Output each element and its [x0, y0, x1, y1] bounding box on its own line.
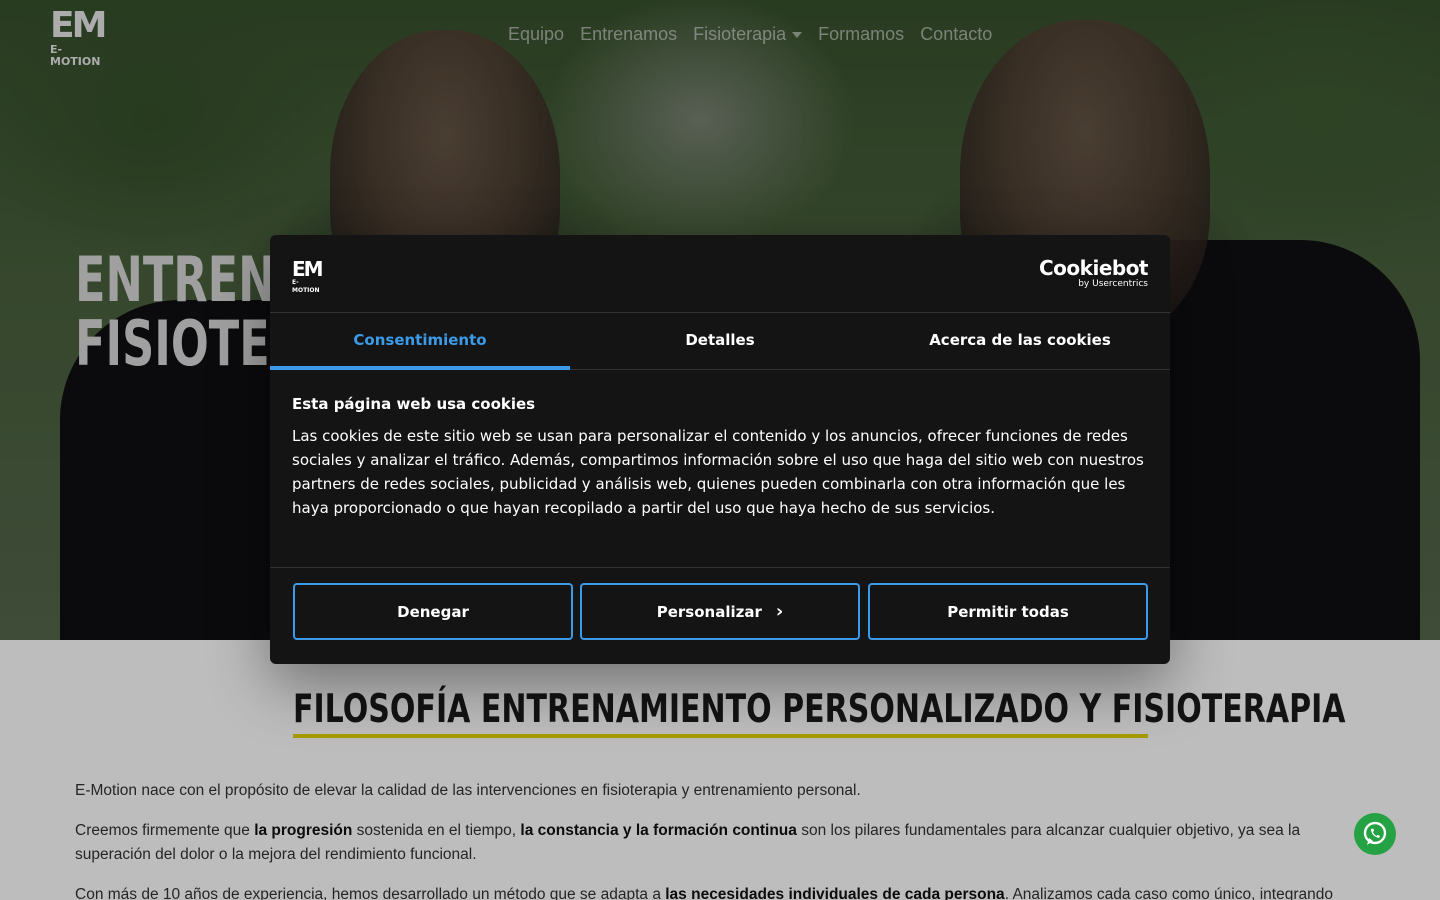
tab-consentimiento[interactable]: Consentimiento	[270, 313, 570, 370]
main-nav: Equipo Entrenamos Fisioterapia Formamos …	[500, 22, 1000, 46]
paragraph-beliefs: Creemos firmemente que la progresión sos…	[75, 819, 1365, 867]
paragraph-experience: Con más de 10 años de experiencia, hemos…	[75, 883, 1365, 900]
cookie-consent-dialog: EM E-MOTION Cookiebot by Usercentrics Co…	[270, 235, 1170, 664]
text-segment: Creemos firmemente que	[75, 822, 255, 839]
nav-item-contacto[interactable]: Contacto	[912, 22, 1000, 46]
hero-title-line-1: ENTREN	[75, 243, 276, 316]
text-segment: Con más de 10 años de experiencia, hemos…	[75, 886, 666, 900]
customize-button-label: Personalizar	[656, 602, 762, 621]
chevron-down-icon	[792, 32, 803, 39]
hero-title: ENTREN FISIOTE	[75, 248, 276, 376]
dialog-header: EM E-MOTION Cookiebot by Usercentrics	[270, 235, 1170, 313]
text-segment: sostenida en el tiempo,	[352, 822, 521, 839]
dialog-tabs: Consentimiento Detalles Acerca de las co…	[270, 313, 1170, 370]
cookiebot-name: Cookiebot	[1039, 256, 1149, 280]
bold-segment: la progresión	[254, 822, 353, 839]
tab-acerca-cookies[interactable]: Acerca de las cookies	[870, 313, 1170, 369]
paragraph-intro: E-Motion nace con el propósito de elevar…	[75, 782, 861, 799]
dialog-heading: Esta página web usa cookies	[292, 395, 536, 413]
hero-title-line-2: FISIOTE	[75, 307, 270, 380]
dialog-site-logo: EM E-MOTION	[292, 257, 326, 294]
text-segment: . Analizamos cada caso como único, integ…	[1004, 886, 1333, 900]
cookiebot-byline: by Usercentrics	[1078, 279, 1148, 289]
dialog-description: Las cookies de este sitio web se usan pa…	[292, 427, 1144, 517]
dialog-divider	[270, 567, 1170, 568]
whatsapp-button[interactable]	[1354, 813, 1396, 855]
dialog-body: Esta página web usa cookies Las cookies …	[292, 392, 1152, 520]
dialog-logo-text: E-MOTION	[292, 279, 320, 294]
cookiebot-logo[interactable]: Cookiebot by Usercentrics	[1039, 256, 1149, 289]
logo-text: E-MOTION	[50, 43, 101, 68]
nav-item-equipo[interactable]: Equipo	[500, 22, 572, 46]
dialog-logo-mark: EM	[292, 257, 324, 281]
allow-all-button[interactable]: Permitir todas	[868, 583, 1148, 640]
site-logo[interactable]: EM E-MOTION	[50, 5, 110, 68]
tab-detalles[interactable]: Detalles	[570, 313, 870, 369]
bold-segment: las necesidades individuales de cada per…	[665, 886, 1005, 900]
nav-item-formamos[interactable]: Formamos	[810, 22, 912, 46]
title-underline	[293, 734, 1148, 738]
nav-item-fisioterapia[interactable]: Fisioterapia	[685, 22, 810, 46]
whatsapp-icon	[1363, 821, 1387, 845]
deny-button[interactable]: Denegar	[293, 583, 573, 640]
customize-button[interactable]: Personalizar ›	[580, 583, 860, 640]
bold-segment: la constancia y la formación continua	[520, 822, 797, 839]
nav-item-fisioterapia-label: Fisioterapia	[693, 24, 787, 44]
logo-mark: EM	[50, 5, 107, 46]
nav-item-entrenamos[interactable]: Entrenamos	[572, 22, 685, 46]
chevron-right-icon: ›	[775, 600, 784, 622]
section-title: FILOSOFÍA ENTRENAMIENTO PERSONALIZADO Y …	[293, 687, 1346, 732]
